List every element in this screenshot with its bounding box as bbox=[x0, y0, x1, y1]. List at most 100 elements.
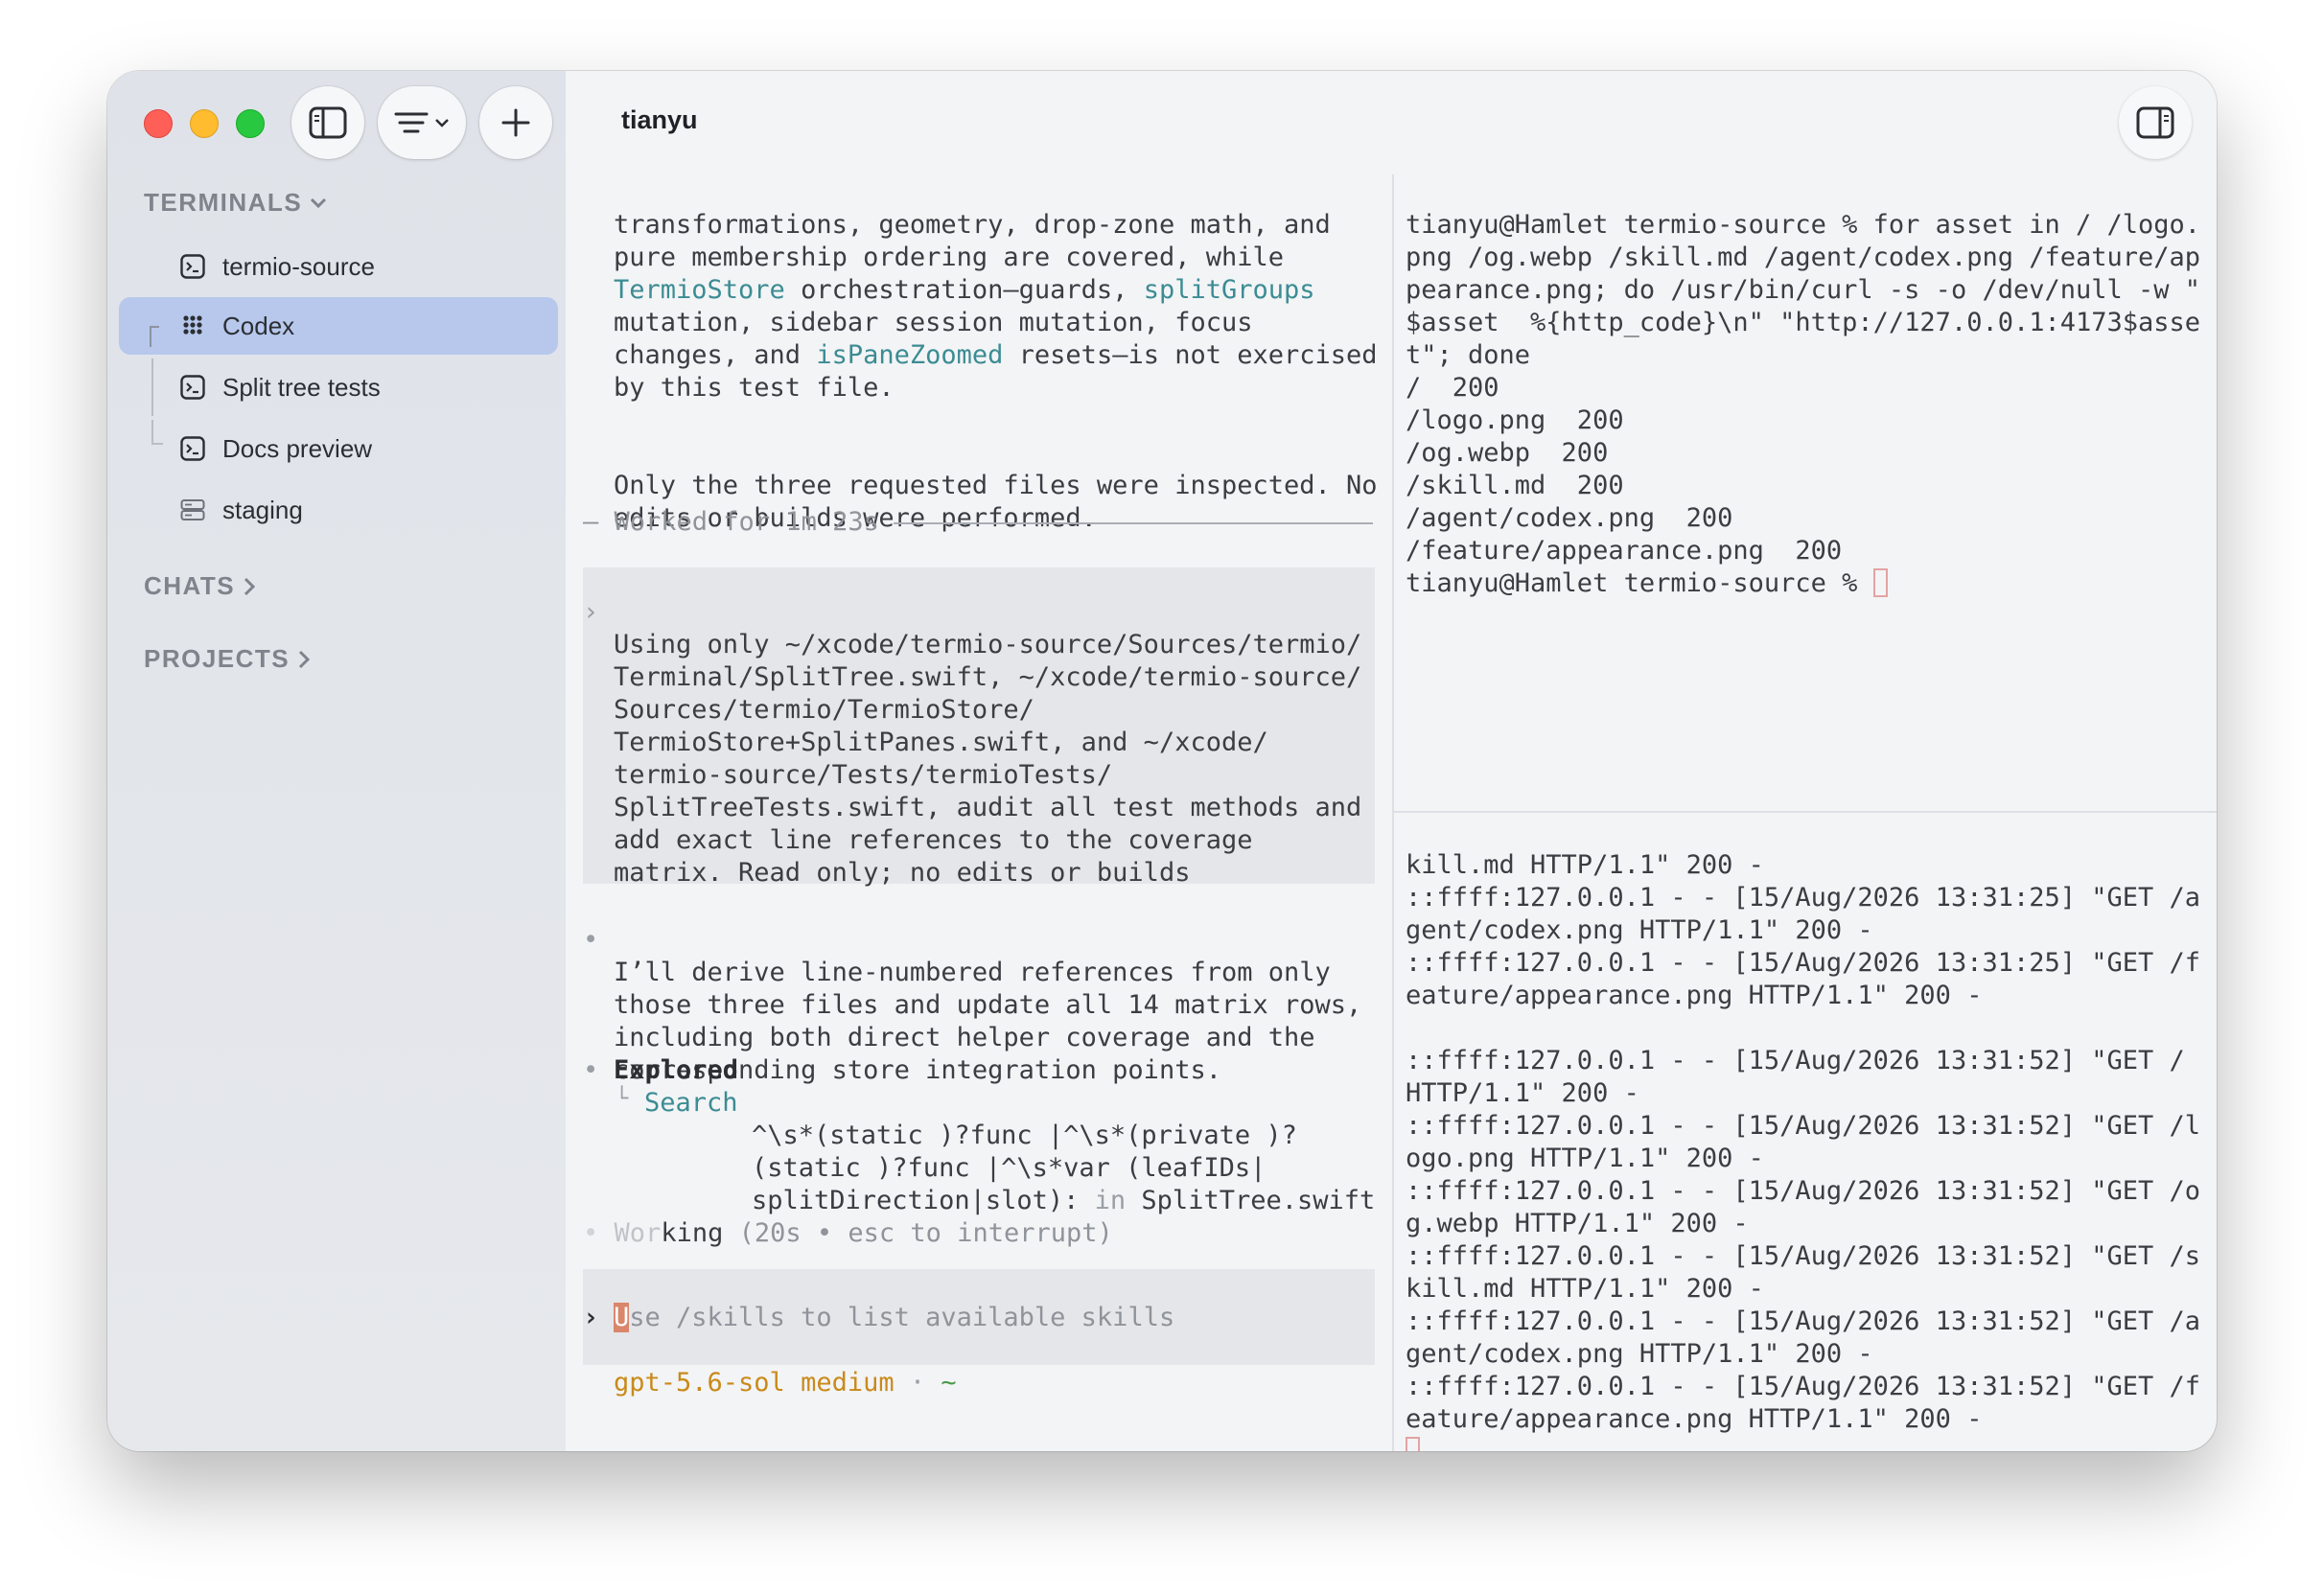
working-status: • Working (20s • esc to interrupt) bbox=[583, 1217, 1113, 1250]
shell-line: t"; done bbox=[1406, 340, 1531, 370]
model-name: gpt-5.6-sol medium bbox=[614, 1368, 895, 1398]
close-window-button[interactable] bbox=[144, 109, 173, 138]
log-line: ogo.png HTTP/1.1" 200 - bbox=[1406, 1144, 1764, 1173]
bullet-icon: • bbox=[583, 925, 599, 955]
tree-line bbox=[151, 358, 153, 416]
toggle-sidebar-button[interactable] bbox=[291, 86, 364, 159]
reply-line: I’ll derive line-numbered references fro… bbox=[614, 958, 1331, 987]
explored-heading: Explored bbox=[614, 1055, 739, 1085]
log-line: ::ffff:127.0.0.1 - - [15/Aug/2026 13:31:… bbox=[1406, 883, 2201, 913]
log-line: gent/codex.png HTTP/1.1" 200 - bbox=[1406, 915, 1873, 945]
log-line: ::ffff:127.0.0.1 - - [15/Aug/2026 13:31:… bbox=[1406, 1111, 2201, 1141]
tree-line bbox=[151, 420, 153, 443]
prompt-line: add exact line references to the coverag… bbox=[614, 825, 1253, 855]
search-label: Search bbox=[644, 1088, 738, 1118]
output-line: mutation, sidebar session mutation, focu… bbox=[614, 308, 1253, 337]
prompt-chevron-icon: › bbox=[583, 597, 599, 627]
sidebar-item-staging[interactable]: staging bbox=[119, 481, 558, 539]
bullet-icon: • bbox=[583, 1055, 599, 1085]
chevron-down-icon bbox=[311, 197, 327, 208]
prompt-line: Using only ~/xcode/termio-source/Sources… bbox=[614, 630, 1362, 659]
sidebar-item-docs-preview[interactable]: Docs preview bbox=[119, 420, 558, 477]
reply-line: including both direct helper coverage an… bbox=[614, 1023, 1315, 1052]
shell-line: png /og.webp /skill.md /agent/codex.png … bbox=[1406, 243, 2201, 272]
tree-branch bbox=[151, 443, 163, 445]
working-text: king bbox=[661, 1218, 724, 1248]
sidebar-item-codex[interactable]: Codex bbox=[119, 297, 558, 355]
bullet-icon: • bbox=[583, 1218, 599, 1248]
log-line: ::ffff:127.0.0.1 - - [15/Aug/2026 13:31:… bbox=[1406, 948, 2201, 978]
tree-branch bbox=[150, 326, 159, 328]
server-icon bbox=[180, 499, 205, 520]
terminal-icon bbox=[180, 254, 205, 279]
codex-output-paragraph-1: transformations, geometry, drop-zone mat… bbox=[614, 176, 1378, 437]
input-placeholder: se /skills to list available skills bbox=[629, 1303, 1175, 1332]
sidebar-item-label: staging bbox=[222, 495, 303, 524]
log-line: ::ffff:127.0.0.1 - - [15/Aug/2026 13:31:… bbox=[1406, 1241, 2201, 1271]
log-line: HTTP/1.1" 200 - bbox=[1406, 1078, 1639, 1108]
tree-corner-icon: └ bbox=[616, 1087, 629, 1111]
terminals-label: TERMINALS bbox=[144, 188, 303, 217]
plus-icon bbox=[501, 108, 530, 137]
log-line: kill.md HTTP/1.1" 200 - bbox=[1406, 850, 1764, 880]
log-line: gent/codex.png HTTP/1.1" 200 - bbox=[1406, 1339, 1873, 1369]
code-ref: TermioStore bbox=[614, 275, 785, 305]
projects-section-header[interactable]: PROJECTS bbox=[144, 644, 311, 674]
prompt-line: Terminal/SplitTree.swift, ~/xcode/termio… bbox=[614, 662, 1362, 692]
sidebar-item-termio-source[interactable]: termio-source bbox=[119, 238, 558, 295]
output-line: pure membership ordering are covered, wh… bbox=[614, 243, 1284, 272]
search-file: SplitTree.swift bbox=[1141, 1186, 1376, 1215]
sidebar-item-label: Codex bbox=[222, 311, 295, 340]
log-line: g.webp HTTP/1.1" 200 - bbox=[1406, 1209, 1749, 1238]
sidebar-icon bbox=[309, 106, 347, 139]
log-line: ::ffff:127.0.0.1 - - [15/Aug/2026 13:31:… bbox=[1406, 1176, 2201, 1206]
chats-label: CHATS bbox=[144, 571, 236, 600]
server-log-pane[interactable]: kill.md HTTP/1.1" 200 - ::ffff:127.0.0.1… bbox=[1406, 817, 2200, 1451]
window-title: tianyu bbox=[621, 105, 698, 134]
prompt-line: Sources/termio/TermioStore/ bbox=[614, 695, 1034, 725]
prompt-line: SplitTreeTests.swift, audit all test met… bbox=[614, 793, 1362, 822]
worked-for-label: Worked for 1m 23s bbox=[614, 507, 879, 537]
sort-menu-button[interactable] bbox=[378, 86, 466, 159]
worked-for-separator: — Worked for 1m 23s bbox=[583, 507, 879, 537]
traffic-lights bbox=[144, 109, 265, 138]
terminals-section-header[interactable]: TERMINALS bbox=[144, 188, 327, 218]
terminal-icon bbox=[180, 436, 205, 461]
toggle-inspector-button[interactable] bbox=[2119, 86, 2192, 159]
input-chevron-icon: › bbox=[583, 1303, 599, 1332]
pane-divider-horizontal[interactable] bbox=[1394, 811, 2217, 813]
search-line: (static )?func |^\s*var (leafIDs| bbox=[752, 1153, 1267, 1183]
chats-section-header[interactable]: CHATS bbox=[144, 571, 256, 601]
log-line: ::ffff:127.0.0.1 - - [15/Aug/2026 13:31:… bbox=[1406, 1372, 2201, 1401]
model-separator: · bbox=[909, 1368, 926, 1398]
text-cursor: U bbox=[614, 1303, 630, 1332]
prompt-line: TermioStore+SplitPanes.swift, and ~/xcod… bbox=[614, 728, 1268, 757]
new-terminal-button[interactable] bbox=[479, 86, 552, 159]
sidebar-item-split-tree-tests[interactable]: Split tree tests bbox=[119, 358, 558, 416]
pane-divider-vertical[interactable] bbox=[1392, 174, 1394, 1451]
chevron-right-icon bbox=[244, 577, 256, 595]
sidebar-item-label: Split tree tests bbox=[222, 372, 381, 402]
shell-line: / 200 bbox=[1406, 373, 1499, 403]
shell-line: tianyu@Hamlet termio-source % for asset … bbox=[1406, 210, 2201, 240]
grid-icon bbox=[183, 315, 202, 335]
model-status: gpt-5.6-sol medium · ~ bbox=[614, 1367, 957, 1399]
terminal-icon bbox=[180, 375, 205, 400]
shell-line: $asset %{http_code}\n" "http://127.0.0.1… bbox=[1406, 308, 2201, 337]
shell-line: /skill.md 200 bbox=[1406, 471, 1624, 500]
output-text: orchestration—guards, bbox=[784, 275, 1144, 305]
reply-line: those three files and update all 14 matr… bbox=[614, 990, 1362, 1020]
output-line: Only the three requested files were insp… bbox=[614, 471, 1378, 500]
search-line: ^\s*(static )?func |^\s*(private )? bbox=[752, 1121, 1297, 1150]
minimize-window-button[interactable] bbox=[190, 109, 219, 138]
code-ref: splitGroups bbox=[1143, 275, 1315, 305]
log-line: eature/appearance.png HTTP/1.1" 200 - bbox=[1406, 981, 1983, 1010]
tree-line bbox=[150, 326, 151, 347]
app-window: TERMINALS termio-source Codex Split tree… bbox=[107, 71, 2217, 1451]
maximize-window-button[interactable] bbox=[236, 109, 265, 138]
output-text: changes, and bbox=[614, 340, 817, 370]
filter-lines-icon bbox=[394, 112, 429, 133]
sidebar: TERMINALS termio-source Codex Split tree… bbox=[107, 71, 566, 1451]
input-placeholder-row[interactable]: Use /skills to list available skills bbox=[614, 1302, 1174, 1334]
shell-pane-top[interactable]: tianyu@Hamlet termio-source % for asset … bbox=[1406, 176, 2200, 633]
